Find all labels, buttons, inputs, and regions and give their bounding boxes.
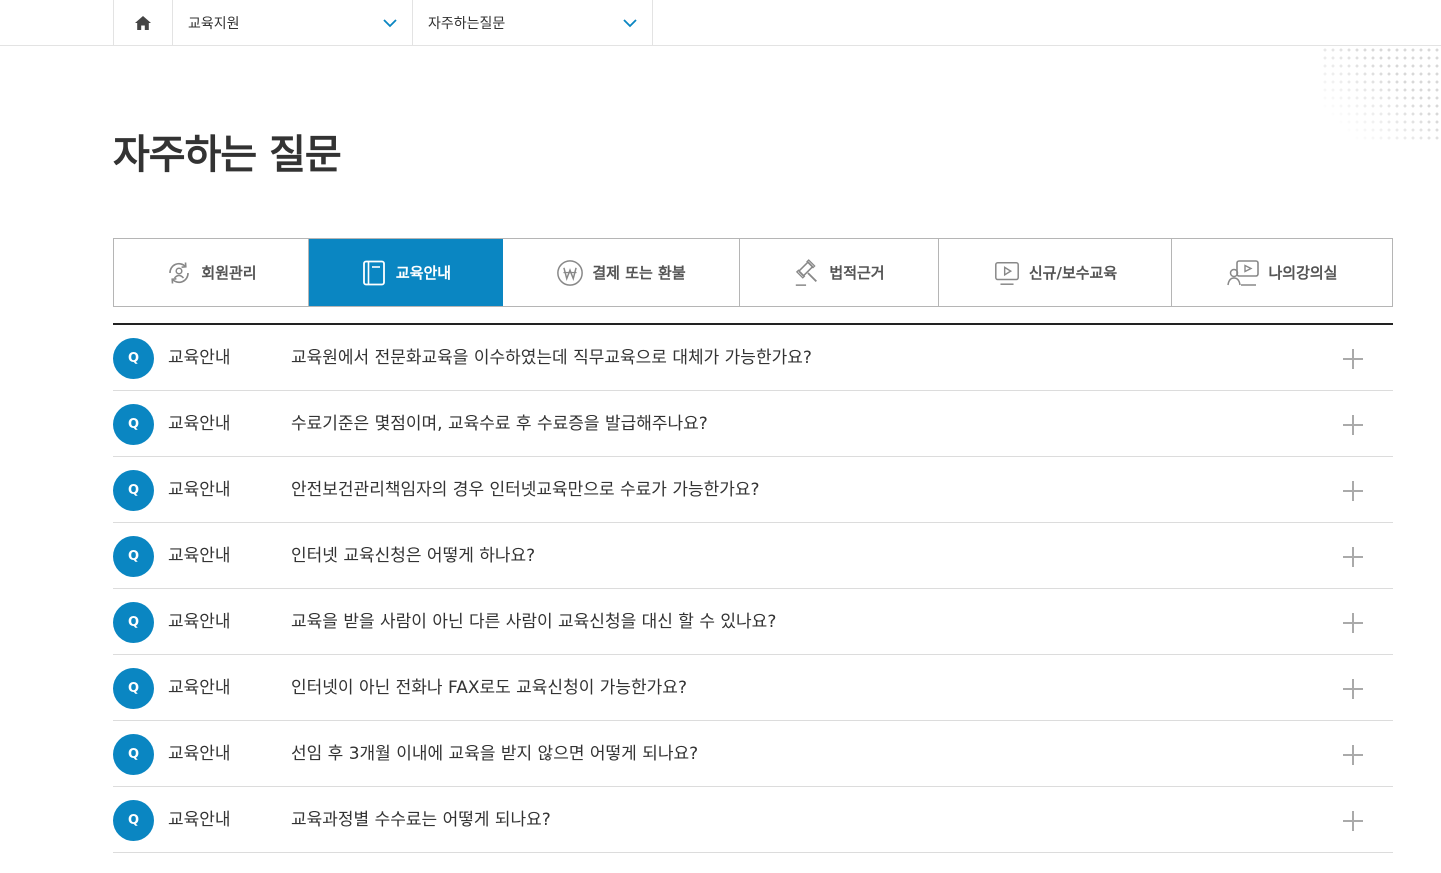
q-badge: Q	[113, 338, 154, 379]
tab-label: 교육안내	[395, 264, 452, 282]
breadcrumb-level1-label: 교육지원	[188, 16, 240, 32]
q-badge: Q	[113, 602, 154, 643]
category-tabs: 회원관리 교육안내 결제 또는 환불 법적근거 신규/보수교육 나의강의실	[113, 238, 1393, 307]
faq-question: 선임 후 3개월 이내에 교육을 받지 않으면 어떻게 되나요?	[291, 744, 699, 764]
dot-pattern-decoration	[1321, 46, 1441, 142]
home-button[interactable]	[113, 0, 173, 46]
tab-member-management[interactable]: 회원관리	[114, 239, 309, 306]
q-badge: Q	[113, 800, 154, 841]
tab-my-classroom[interactable]: 나의강의실	[1172, 239, 1392, 306]
faq-list: Q 교육안내 교육원에서 전문화교육을 이수하였는데 직무교육으로 대체가 가능…	[113, 323, 1393, 853]
tab-label: 결제 또는 환불	[592, 264, 686, 282]
q-badge: Q	[113, 404, 154, 445]
faq-question: 인터넷 교육신청은 어떻게 하나요?	[291, 546, 536, 566]
tab-payment-refund[interactable]: 결제 또는 환불	[503, 239, 740, 306]
plus-icon[interactable]	[1343, 547, 1363, 567]
chevron-down-icon	[623, 19, 637, 28]
video-play-icon	[993, 259, 1021, 287]
tab-label: 나의강의실	[1268, 264, 1338, 282]
plus-icon[interactable]	[1343, 745, 1363, 765]
faq-category: 교육안내	[168, 348, 231, 368]
faq-category: 교육안내	[168, 678, 231, 698]
page-title: 자주하는 질문	[113, 132, 342, 178]
faq-item[interactable]: Q 교육안내 선임 후 3개월 이내에 교육을 받지 않으면 어떻게 되나요?	[113, 721, 1393, 787]
faq-category: 교육안내	[168, 414, 231, 434]
q-badge: Q	[113, 470, 154, 511]
faq-category: 교육안내	[168, 480, 231, 500]
faq-category: 교육안내	[168, 612, 231, 632]
tab-label: 법적근거	[829, 264, 885, 282]
faq-item[interactable]: Q 교육안내 교육과정별 수수료는 어떻게 되나요?	[113, 787, 1393, 853]
plus-icon[interactable]	[1343, 415, 1363, 435]
gavel-icon	[793, 258, 821, 287]
tab-label: 회원관리	[201, 264, 257, 282]
faq-question: 교육원에서 전문화교육을 이수하였는데 직무교육으로 대체가 가능한가요?	[291, 348, 812, 368]
faq-question: 수료기준은 몇점이며, 교육수료 후 수료증을 발급해주나요?	[291, 414, 708, 434]
faq-item[interactable]: Q 교육안내 교육원에서 전문화교육을 이수하였는데 직무교육으로 대체가 가능…	[113, 325, 1393, 391]
chevron-down-icon	[383, 19, 397, 28]
breadcrumb-level2-label: 자주하는질문	[428, 16, 506, 32]
won-coin-icon	[556, 259, 584, 287]
q-badge: Q	[113, 668, 154, 709]
faq-category: 교육안내	[168, 744, 231, 764]
faq-item[interactable]: Q 교육안내 수료기준은 몇점이며, 교육수료 후 수료증을 발급해주나요?	[113, 391, 1393, 457]
breadcrumb-level1-dropdown[interactable]: 교육지원	[173, 0, 413, 46]
tab-label: 신규/보수교육	[1028, 264, 1118, 282]
home-icon	[135, 16, 151, 30]
plus-icon[interactable]	[1343, 349, 1363, 369]
plus-icon[interactable]	[1343, 811, 1363, 831]
user-screen-icon	[1226, 259, 1260, 287]
plus-icon[interactable]	[1343, 679, 1363, 699]
tab-education-guide[interactable]: 교육안내	[309, 239, 503, 306]
book-icon	[360, 259, 388, 287]
q-badge: Q	[113, 536, 154, 577]
faq-category: 교육안내	[168, 546, 231, 566]
faq-item[interactable]: Q 교육안내 인터넷이 아닌 전화나 FAX로도 교육신청이 가능한가요?	[113, 655, 1393, 721]
q-badge: Q	[113, 734, 154, 775]
faq-question: 교육을 받을 사람이 아닌 다른 사람이 교육신청을 대신 할 수 있나요?	[291, 612, 777, 632]
plus-icon[interactable]	[1343, 613, 1363, 633]
tab-legal-basis[interactable]: 법적근거	[740, 239, 939, 306]
faq-question: 인터넷이 아닌 전화나 FAX로도 교육신청이 가능한가요?	[291, 678, 687, 698]
faq-item[interactable]: Q 교육안내 교육을 받을 사람이 아닌 다른 사람이 교육신청을 대신 할 수…	[113, 589, 1393, 655]
faq-question: 교육과정별 수수료는 어떻게 되나요?	[291, 810, 551, 830]
breadcrumb-level2-dropdown[interactable]: 자주하는질문	[413, 0, 653, 46]
member-cycle-icon	[165, 259, 193, 287]
faq-category: 교육안내	[168, 810, 231, 830]
faq-item[interactable]: Q 교육안내 인터넷 교육신청은 어떻게 하나요?	[113, 523, 1393, 589]
breadcrumb: 교육지원 자주하는질문	[0, 0, 1441, 46]
tab-new-refresher-education[interactable]: 신규/보수교육	[939, 239, 1172, 306]
faq-question: 안전보건관리책임자의 경우 인터넷교육만으로 수료가 가능한가요?	[291, 480, 760, 500]
faq-item[interactable]: Q 교육안내 안전보건관리책임자의 경우 인터넷교육만으로 수료가 가능한가요?	[113, 457, 1393, 523]
plus-icon[interactable]	[1343, 481, 1363, 501]
